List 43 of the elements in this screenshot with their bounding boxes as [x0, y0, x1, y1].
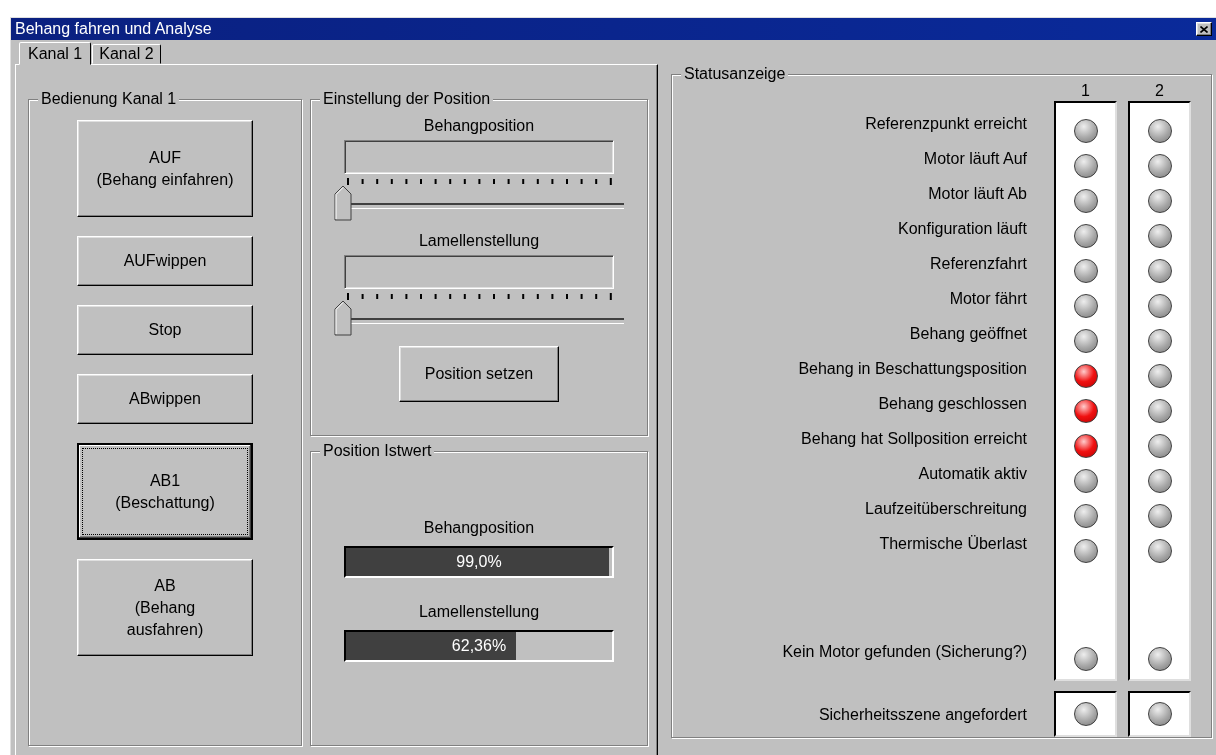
command-button[interactable]: Position setzen: [399, 346, 559, 402]
command-button[interactable]: AB (Behang ausfahren): [77, 559, 253, 656]
command-button[interactable]: AB1 (Beschattung): [77, 443, 253, 540]
status-label: Motor läuft Auf: [923, 149, 1027, 169]
status-label: Konfiguration läuft: [898, 219, 1027, 239]
progress-label: Lamellenstellung: [417, 602, 541, 622]
group-title: Position Istwert: [320, 443, 435, 459]
progress-label: Behangposition: [422, 518, 536, 538]
group-title: Statusanzeige: [681, 66, 789, 82]
status-label: Behang geschlossen: [878, 394, 1027, 414]
status-label: Behang geöffnet: [909, 324, 1027, 344]
status-label: Motor fährt: [949, 289, 1027, 309]
slider-label: Lamellenstellung: [417, 231, 541, 251]
column-header: 1: [1081, 81, 1090, 101]
progress-value: 99,0%: [456, 552, 502, 572]
slider-label: Behangposition: [422, 116, 536, 136]
close-button[interactable]: [1196, 22, 1212, 36]
column-header: 2: [1155, 81, 1164, 101]
tab[interactable]: Kanal 1: [19, 42, 92, 65]
command-button[interactable]: AUFwippen: [77, 236, 253, 286]
status-label: Behang hat Sollposition erreicht: [801, 429, 1027, 449]
command-button[interactable]: Stop: [77, 305, 253, 355]
status-label: Sicherheitsszene angefordert: [818, 704, 1027, 725]
status-label: Automatik aktiv: [918, 464, 1027, 484]
status-label: Referenzpunkt erreicht: [865, 114, 1027, 134]
slider-thumb[interactable]: [334, 300, 352, 336]
command-button[interactable]: ABwippen: [77, 374, 253, 424]
status-label: Referenzfahrt: [930, 254, 1027, 274]
status-label: Kein Motor gefunden (Sicherung?): [782, 642, 1027, 662]
slider-track[interactable]: [334, 300, 624, 338]
window-title: Behang fahren und Analyse: [15, 19, 213, 39]
group-title: Bedienung Kanal 1: [38, 91, 180, 107]
status-label: Motor läuft Ab: [928, 184, 1027, 204]
tab[interactable]: Kanal 2: [92, 44, 161, 64]
slider-thumb[interactable]: [334, 185, 352, 221]
command-button[interactable]: AUF (Behang einfahren): [77, 120, 253, 217]
group-title: Einstellung der Position: [320, 91, 494, 107]
status-label: Behang in Beschattungsposition: [798, 359, 1027, 379]
progress-value: 62,36%: [451, 636, 507, 656]
slider-track[interactable]: [334, 185, 624, 223]
status-label: Thermische Überlast: [879, 534, 1027, 554]
status-label: Laufzeitüberschreitung: [865, 499, 1027, 519]
close-icon: [1200, 25, 1208, 33]
